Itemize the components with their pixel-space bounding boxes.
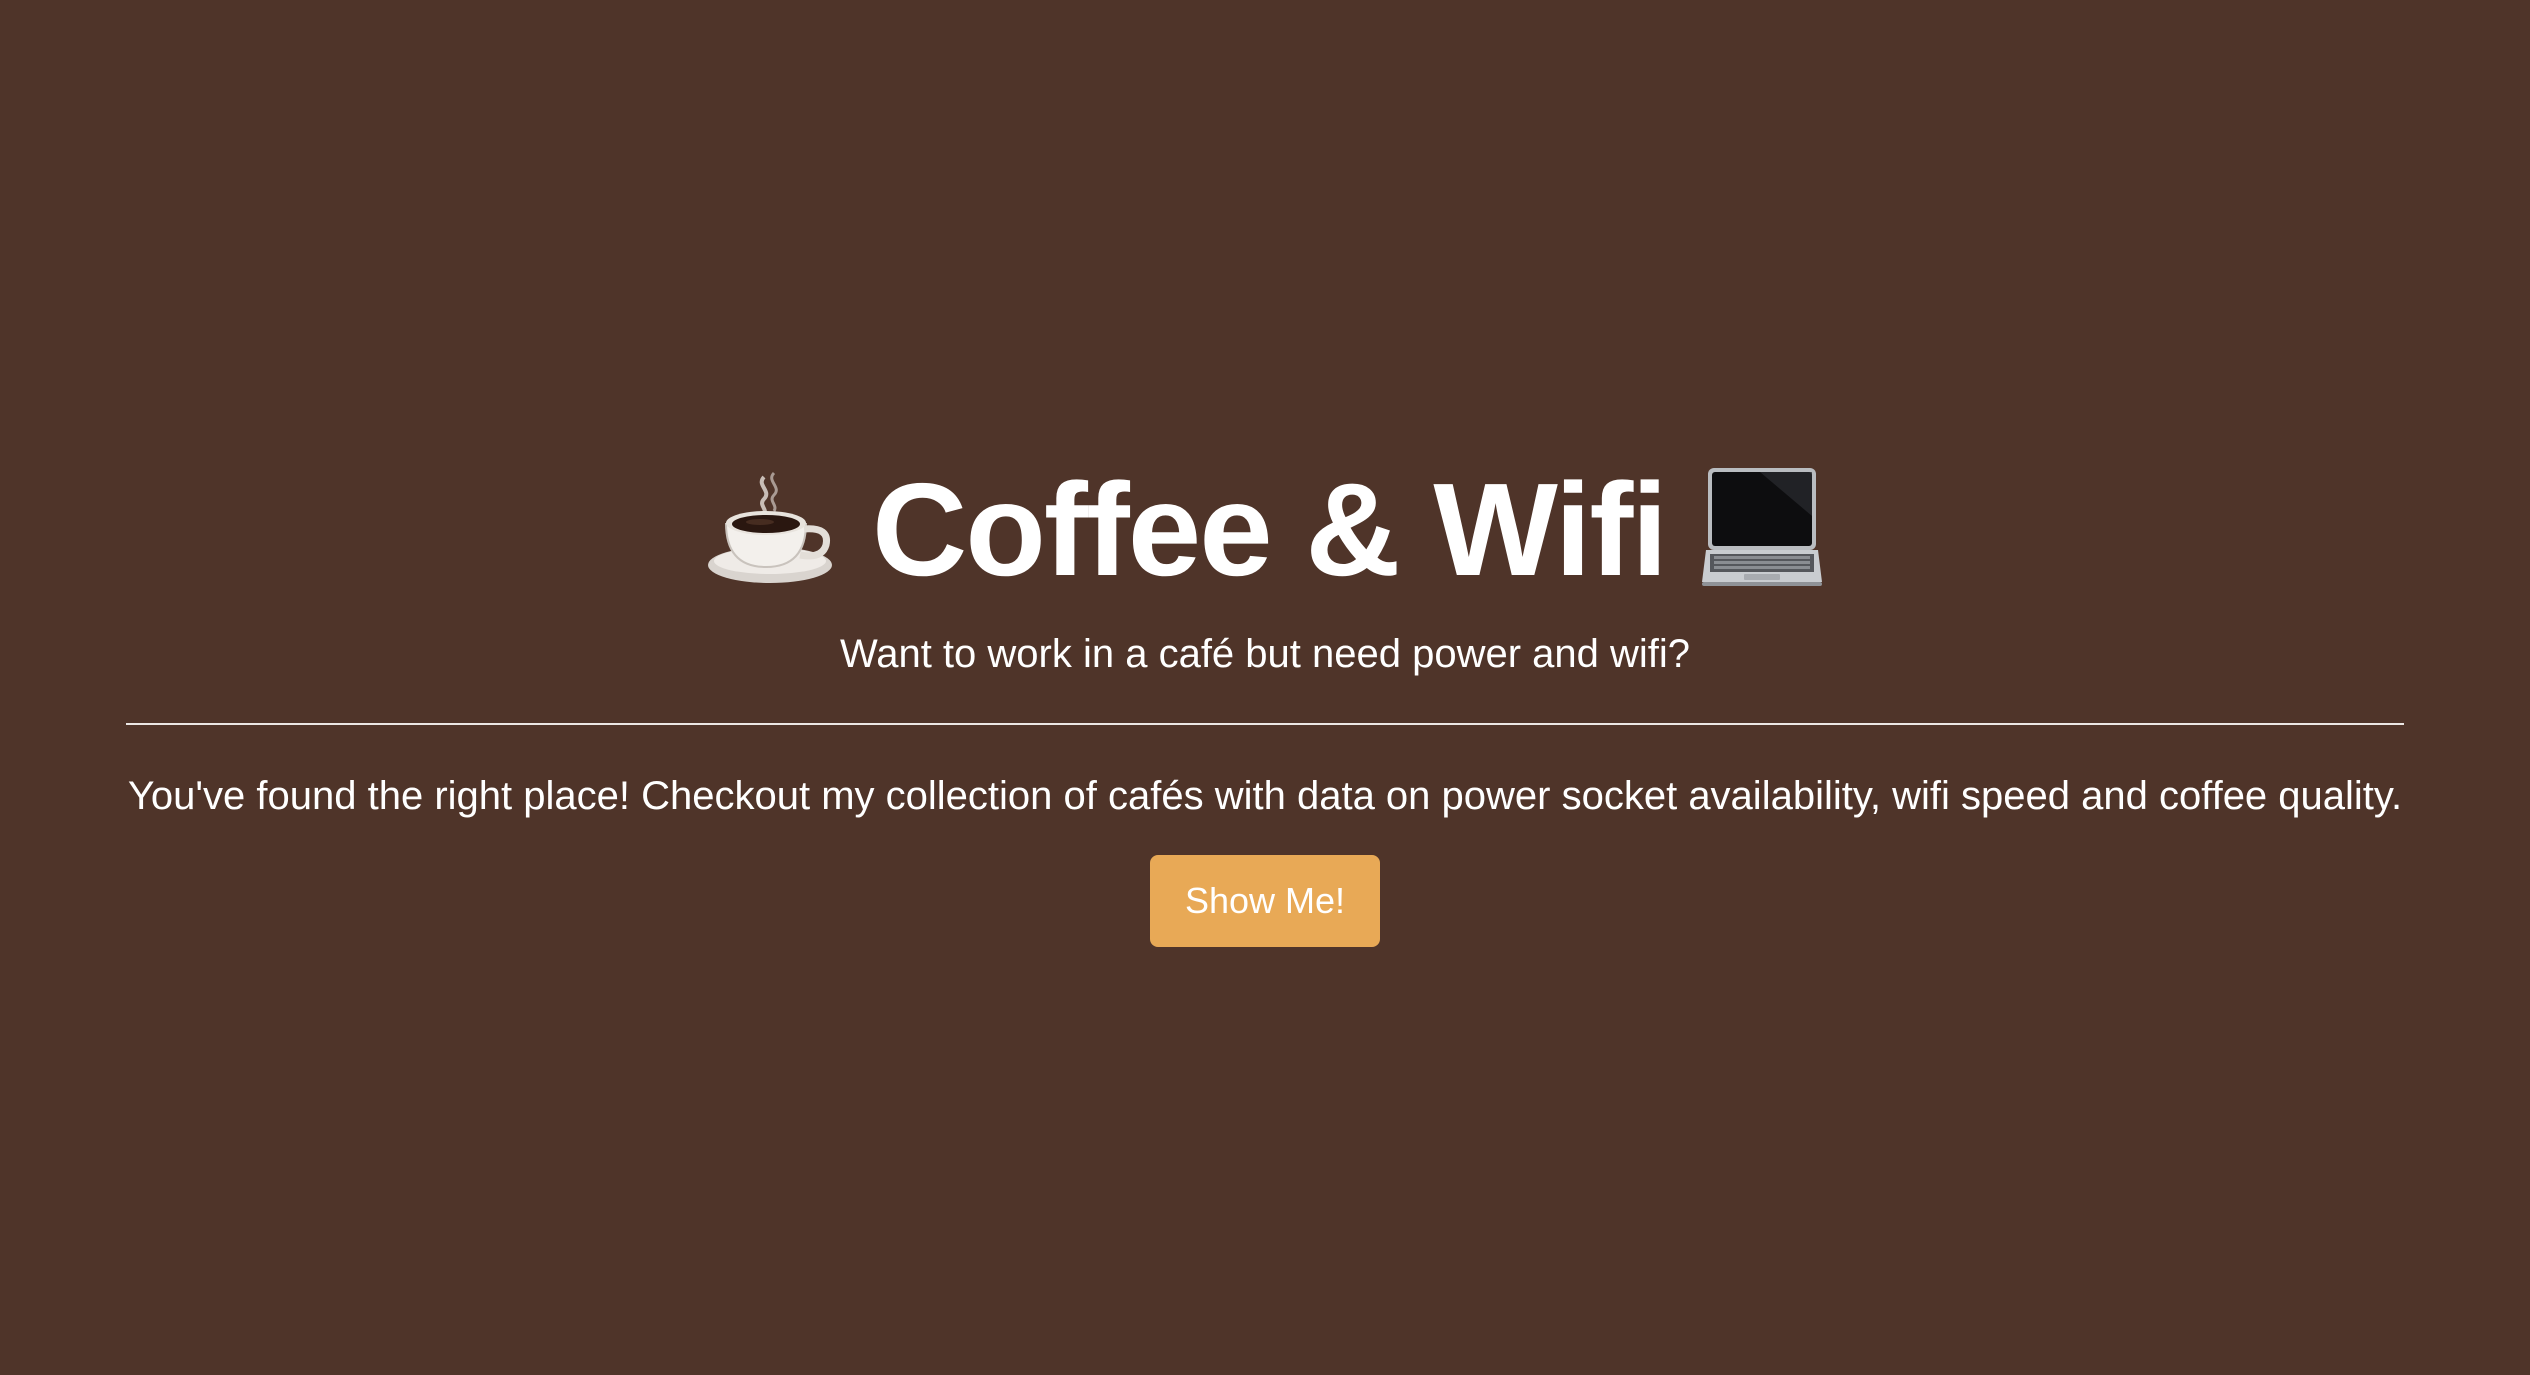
divider bbox=[126, 723, 2404, 725]
title-row: Coffee & Wifi bbox=[0, 455, 2530, 605]
laptop-icon bbox=[1700, 466, 1824, 595]
hero-section: Coffee & Wifi Want to work in a café but… bbox=[0, 0, 2530, 1375]
lead-text: You've found the right place! Checkout m… bbox=[127, 774, 2403, 818]
subtitle: Want to work in a café but need power an… bbox=[839, 632, 1691, 676]
page-title: Coffee & Wifi bbox=[871, 456, 1668, 603]
coffee-cup-icon bbox=[706, 469, 838, 592]
show-me-button[interactable]: Show Me! bbox=[1150, 855, 1380, 947]
